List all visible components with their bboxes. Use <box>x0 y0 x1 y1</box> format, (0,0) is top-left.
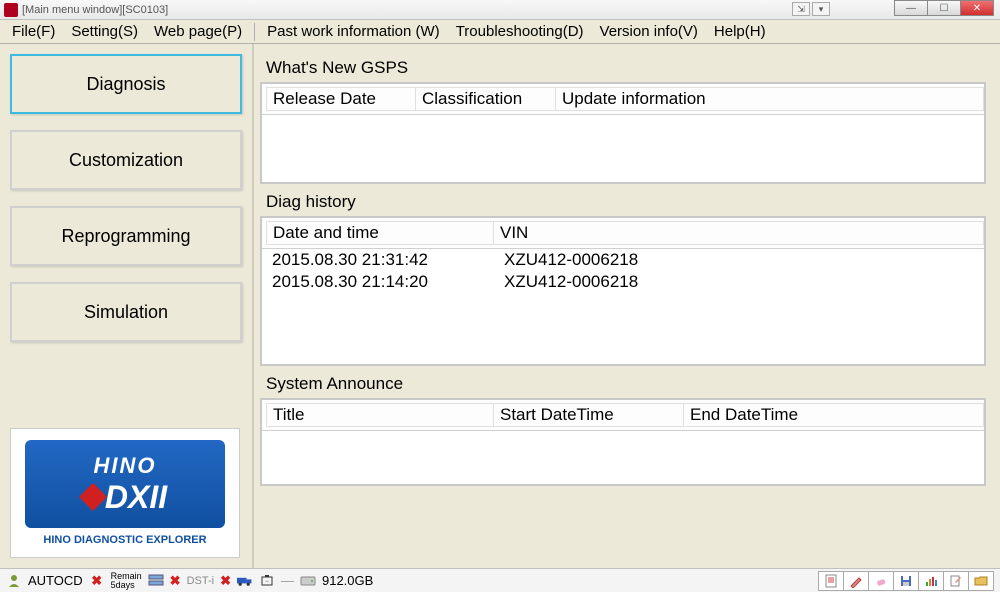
status-remain: Remain5days <box>111 572 142 590</box>
tool-save-icon[interactable] <box>893 571 919 591</box>
col-start-datetime[interactable]: Start DateTime <box>494 403 684 427</box>
content-area: What's New GSPS Release Date Classificat… <box>254 44 1000 568</box>
tool-edit-doc-icon[interactable] <box>943 571 969 591</box>
menu-help[interactable]: Help(H) <box>706 21 774 42</box>
menu-webpage[interactable]: Web page(P) <box>146 21 250 42</box>
truck-icon <box>237 573 253 589</box>
menubar: File(F) Setting(S) Web page(P) Past work… <box>0 20 1000 44</box>
sidebar-simulation-button[interactable]: Simulation <box>10 282 242 342</box>
system-announce-title: System Announce <box>260 370 986 398</box>
whats-new-panel: Release Date Classification Update infor… <box>260 82 986 184</box>
col-end-datetime[interactable]: End DateTime <box>684 403 984 427</box>
tool-folder-icon[interactable] <box>968 571 994 591</box>
cell-vin: XZU412-0006218 <box>494 271 984 293</box>
diag-history-panel: Date and time VIN 2015.08.30 21:31:42 XZ… <box>260 216 986 366</box>
tool-pencil-icon[interactable] <box>843 571 869 591</box>
cell-datetime: 2015.08.30 21:14:20 <box>262 271 494 293</box>
aux-restore-icon[interactable]: ⇲ <box>792 2 810 16</box>
system-announce-panel: Title Start DateTime End DateTime <box>260 398 986 486</box>
whats-new-header: Release Date Classification Update infor… <box>262 84 984 115</box>
statusbar-toolbar <box>819 571 994 591</box>
server-x-icon: ✖ <box>170 573 181 589</box>
tool-notes-icon[interactable] <box>818 571 844 591</box>
menu-troubleshooting[interactable]: Troubleshooting(D) <box>448 21 592 42</box>
aux-window-controls: ⇲ ▾ <box>792 2 830 16</box>
status-dst: DST-i <box>187 575 215 587</box>
col-title[interactable]: Title <box>266 403 494 427</box>
system-announce-header: Title Start DateTime End DateTime <box>262 400 984 431</box>
logo-product: DXII <box>83 479 167 516</box>
logo-tagline: HINO DIAGNOSTIC EXPLORER <box>43 534 206 546</box>
status-user: AUTOCD <box>28 573 83 588</box>
logo-brand: HINO <box>94 453 157 479</box>
logo-box: HINO DXII HINO DIAGNOSTIC EXPLORER <box>10 428 240 558</box>
close-button[interactable]: ✕ <box>960 0 994 16</box>
logo-product-text: DXII <box>105 479 167 516</box>
cell-datetime: 2015.08.30 21:31:42 <box>262 249 494 271</box>
sidebar-diagnosis-label: Diagnosis <box>86 74 165 95</box>
sidebar-simulation-label: Simulation <box>84 302 168 323</box>
statusbar: AUTOCD ✖ Remain5days ✖ DST-i ✖ − — 912.0… <box>0 568 1000 592</box>
cell-vin: XZU412-0006218 <box>494 249 984 271</box>
dst-x-icon: ✖ <box>220 573 231 589</box>
col-date-time[interactable]: Date and time <box>266 221 494 245</box>
col-release-date[interactable]: Release Date <box>266 87 416 111</box>
app-icon <box>4 3 18 17</box>
tool-eraser-icon[interactable] <box>868 571 894 591</box>
menu-separator <box>254 23 255 41</box>
col-classification[interactable]: Classification <box>416 87 556 111</box>
status-disk: 912.0GB <box>322 573 373 588</box>
battery-icon: − <box>259 573 275 589</box>
hdd-icon <box>300 573 316 589</box>
diag-history-header: Date and time VIN <box>262 218 984 249</box>
logo-cross-icon <box>79 483 107 511</box>
menu-setting[interactable]: Setting(S) <box>63 21 146 42</box>
svg-text:−: − <box>265 579 269 585</box>
table-row[interactable]: 2015.08.30 21:31:42 XZU412-0006218 <box>262 249 984 271</box>
user-icon <box>6 573 22 589</box>
aux-down-icon[interactable]: ▾ <box>812 2 830 16</box>
sidebar-reprogramming-button[interactable]: Reprogramming <box>10 206 242 266</box>
sidebar-diagnosis-button[interactable]: Diagnosis <box>10 54 242 114</box>
maximize-button[interactable]: ☐ <box>927 0 961 16</box>
menu-past-work[interactable]: Past work information (W) <box>259 21 448 42</box>
col-update-info[interactable]: Update information <box>556 87 984 111</box>
remain-x-icon: ✖ <box>89 573 105 589</box>
window-title: [Main menu window][SC0103] <box>22 4 168 16</box>
sidebar: Diagnosis Customization Reprogramming Si… <box>0 44 252 568</box>
sidebar-customization-button[interactable]: Customization <box>10 130 242 190</box>
window-controls: — ☐ ✕ <box>895 0 994 16</box>
menu-version[interactable]: Version info(V) <box>592 21 706 42</box>
main-area: Diagnosis Customization Reprogramming Si… <box>0 44 1000 568</box>
server-icon <box>148 573 164 589</box>
minimize-button[interactable]: — <box>894 0 928 16</box>
menu-file[interactable]: File(F) <box>4 21 63 42</box>
sidebar-reprogramming-label: Reprogramming <box>61 226 190 247</box>
logo-panel: HINO DXII <box>25 440 225 528</box>
tool-chart-icon[interactable] <box>918 571 944 591</box>
col-vin[interactable]: VIN <box>494 221 984 245</box>
diag-history-title: Diag history <box>260 188 986 216</box>
table-row[interactable]: 2015.08.30 21:14:20 XZU412-0006218 <box>262 271 984 293</box>
sidebar-customization-label: Customization <box>69 150 183 171</box>
whats-new-title: What's New GSPS <box>260 54 986 82</box>
titlebar: [Main menu window][SC0103] ⇲ ▾ — ☐ ✕ <box>0 0 1000 20</box>
